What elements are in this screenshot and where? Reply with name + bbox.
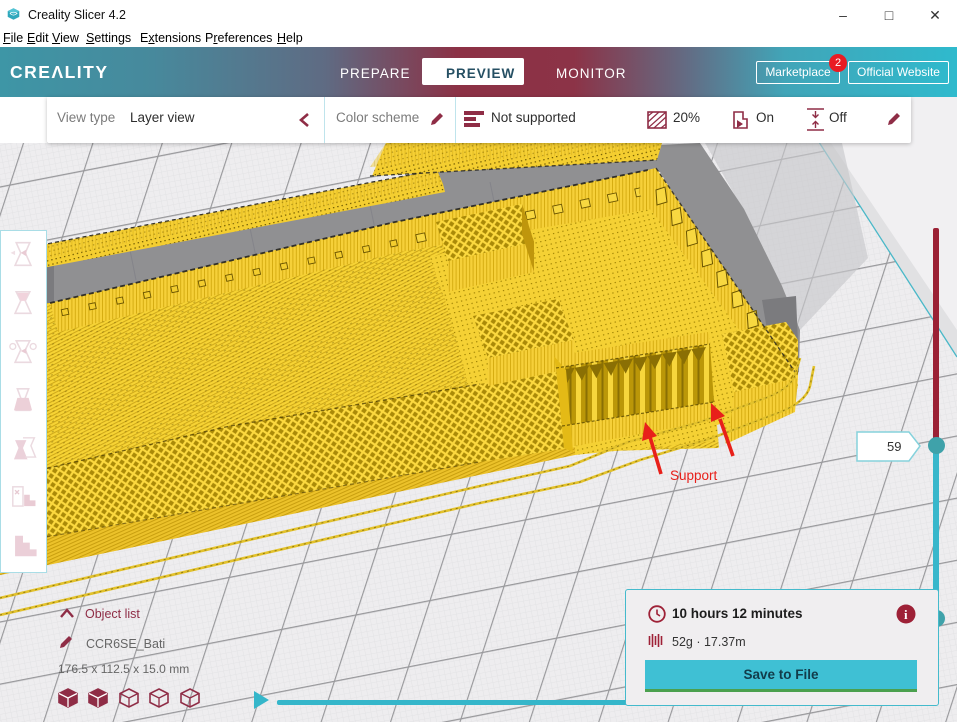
svg-text:Support: Support	[670, 468, 718, 483]
svg-text:i: i	[904, 607, 908, 622]
svg-text:59: 59	[887, 439, 901, 454]
